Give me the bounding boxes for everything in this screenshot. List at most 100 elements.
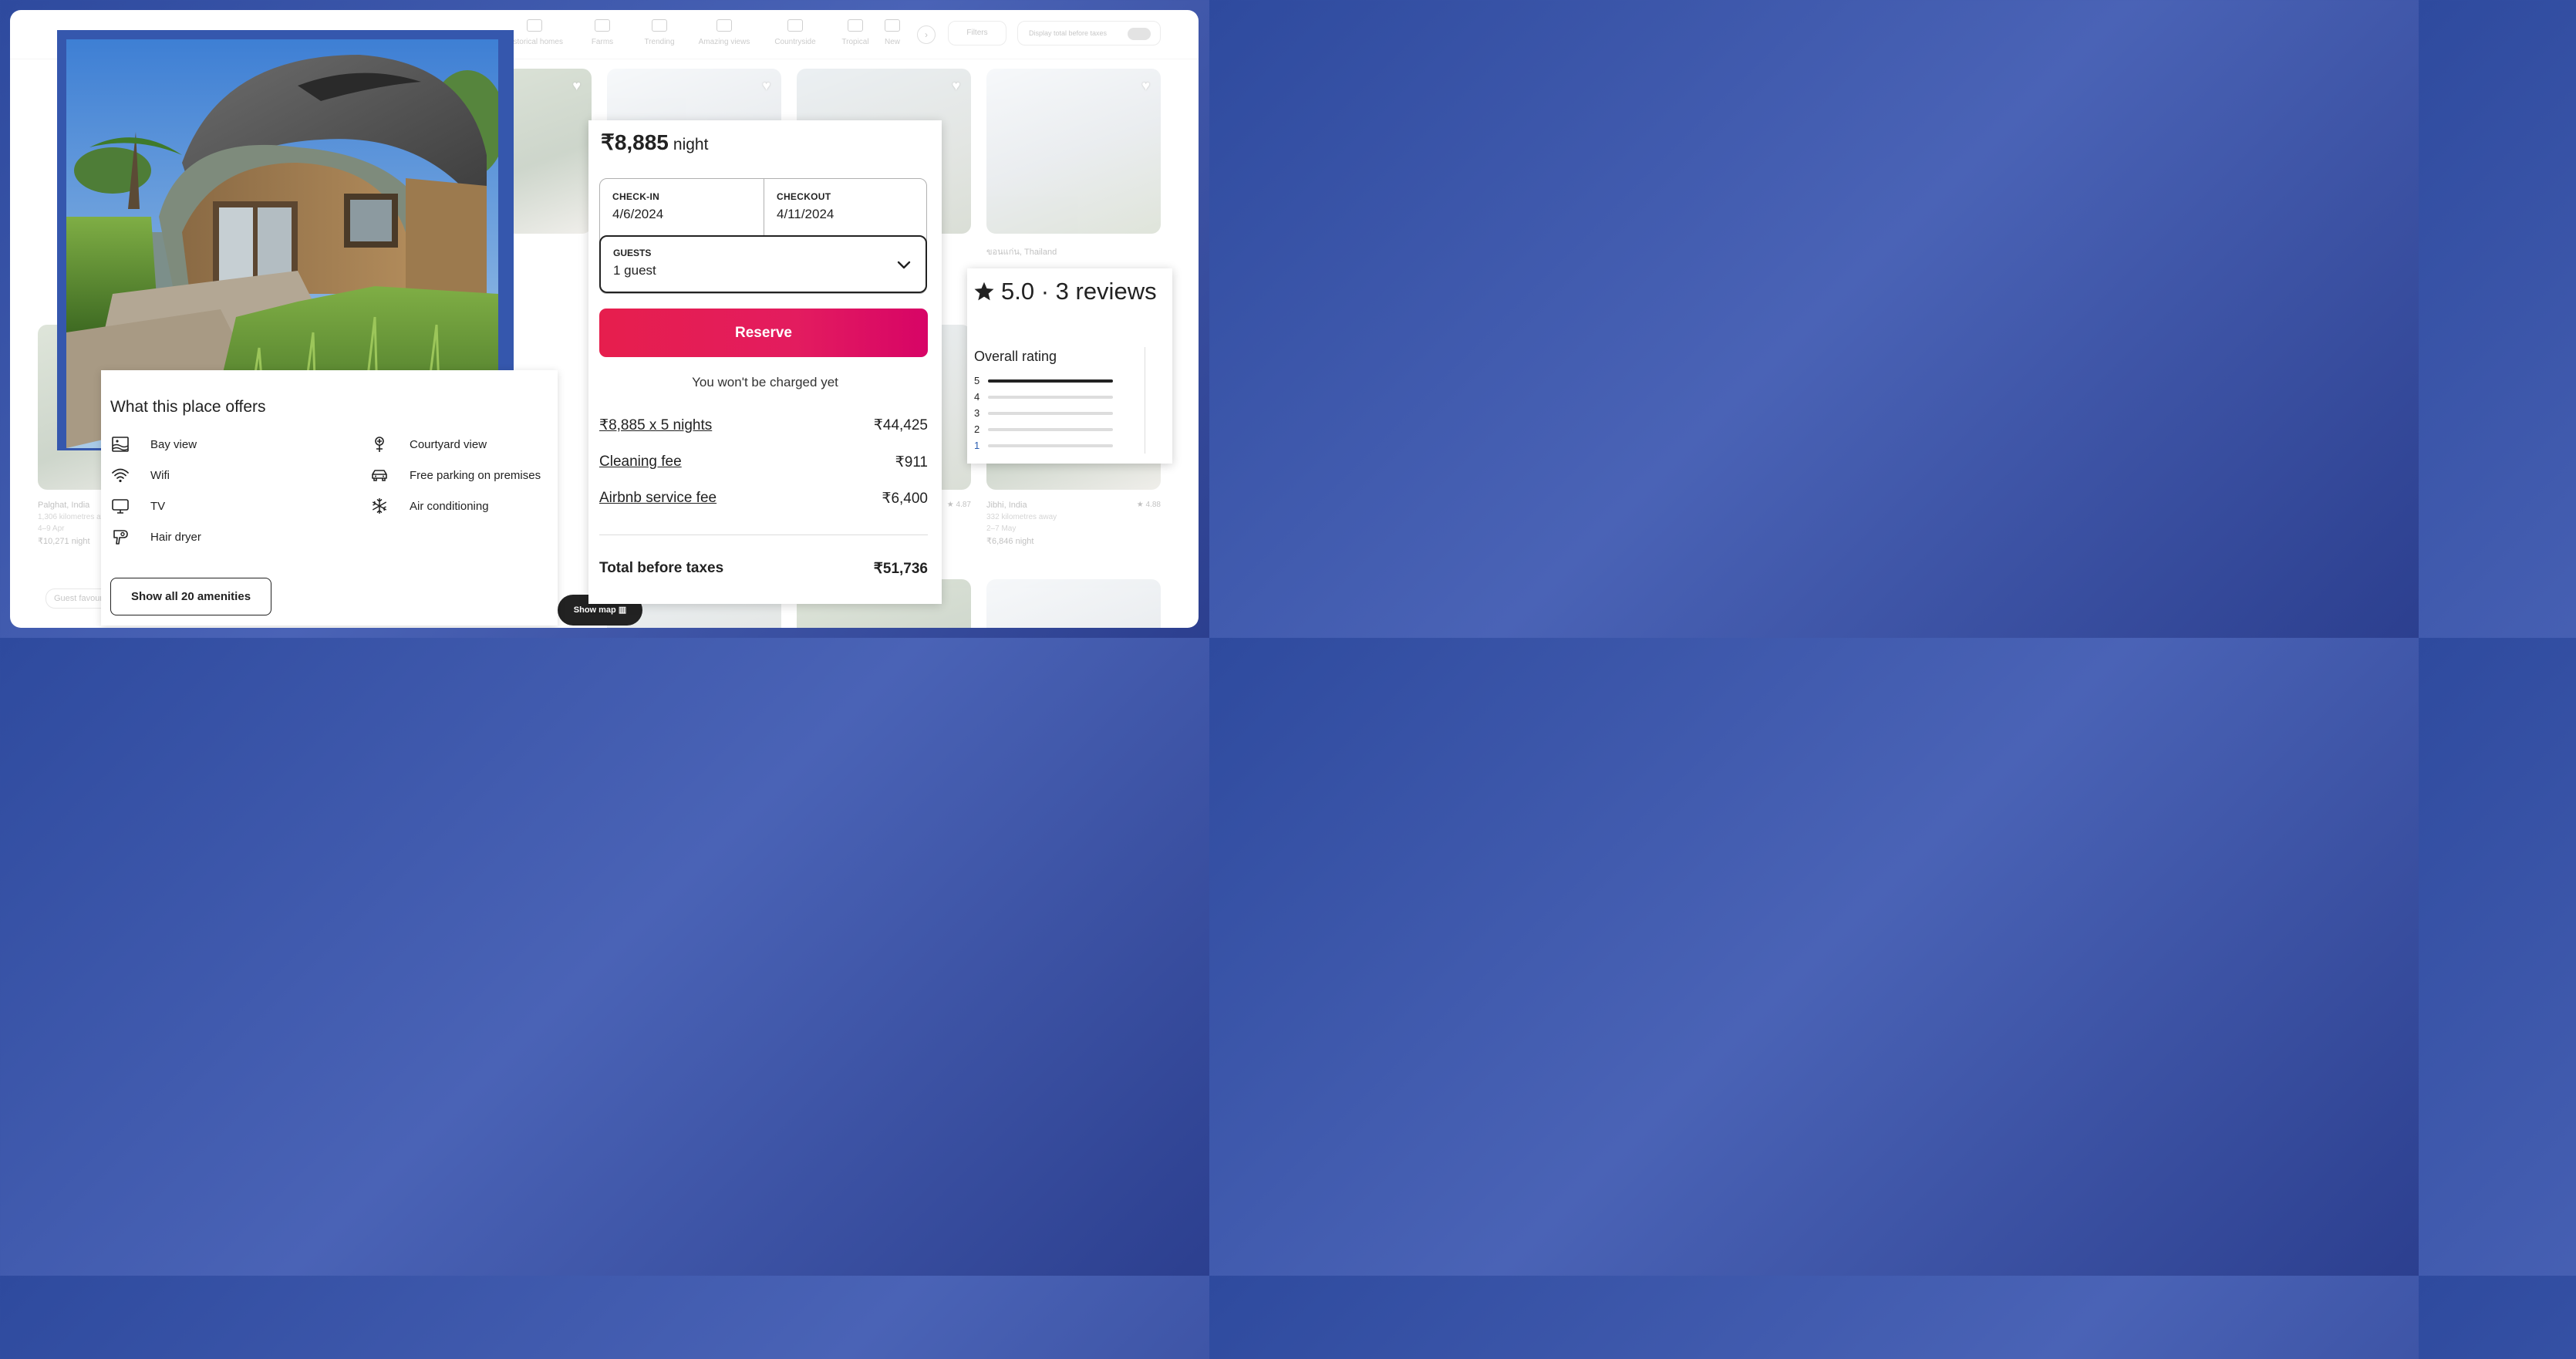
categories-next-button[interactable]: › xyxy=(917,25,936,44)
amenity-label: Wifi xyxy=(150,468,170,482)
total-divider xyxy=(599,534,928,535)
amenity-courtyard-view: Courtyard view xyxy=(369,435,487,454)
category-trending[interactable]: Trending xyxy=(629,19,690,46)
rating-summary-text: 5.0 · 3 reviews xyxy=(1001,278,1157,305)
rating-bar-fill xyxy=(988,379,1113,383)
amenities-panel: What this place offers Bay view Courtyar… xyxy=(101,370,558,626)
filters-button[interactable]: Filters xyxy=(948,21,1006,46)
listing-card[interactable]: ♥ ขอนแก่น, Thailand xyxy=(986,69,1161,258)
rating-bar-label: 3 xyxy=(974,407,980,419)
palm-icon xyxy=(848,19,863,32)
guests-value: 1 guest xyxy=(613,263,656,278)
star-icon xyxy=(974,282,994,301)
fee-nights-link[interactable]: ₹8,885 x 5 nights xyxy=(599,416,712,434)
fee-cleaning-link[interactable]: Cleaning fee xyxy=(599,454,682,471)
listing-photo xyxy=(986,69,1161,234)
checkout-value: 4/11/2024 xyxy=(777,207,835,221)
rating-bar-track xyxy=(988,443,1113,447)
checkout-label: CHECKOUT xyxy=(777,191,831,202)
amenity-label: Free parking on premises xyxy=(410,468,541,482)
fee-row-nights: ₹8,885 x 5 nights ₹44,425 xyxy=(599,416,928,434)
listing-location: ขอนแก่น, Thailand xyxy=(986,248,1057,257)
toggle-switch[interactable] xyxy=(1128,28,1151,40)
listing-dates: 2–7 May xyxy=(986,524,1017,533)
listing-location: Jibhi, India xyxy=(986,501,1027,510)
amenity-bay-view: Bay view xyxy=(110,435,197,454)
amenity-label: TV xyxy=(150,499,166,513)
amenity-hair-dryer: Hair dryer xyxy=(110,528,201,546)
rating-bar-label: 2 xyxy=(974,423,980,435)
rating-bar-track xyxy=(988,395,1113,399)
heart-icon[interactable]: ♥ xyxy=(762,78,770,94)
total-row: Total before taxes ₹51,736 xyxy=(599,560,928,578)
fee-cleaning-value: ₹911 xyxy=(895,454,928,470)
listing-card[interactable] xyxy=(986,579,1161,628)
new-icon xyxy=(885,19,900,32)
snowflake-icon xyxy=(369,497,389,515)
guests-label: GUESTS xyxy=(613,248,652,258)
amenity-tv: TV xyxy=(110,497,165,515)
overall-rating-label: Overall rating xyxy=(974,349,1057,364)
reserve-button[interactable]: Reserve xyxy=(599,309,928,357)
app-window: Historical homes Farms Trending Amazing … xyxy=(10,10,1199,628)
chevron-down-icon[interactable] xyxy=(896,257,912,272)
listing-rating: ★ 4.87 xyxy=(946,501,971,509)
amenity-label: Air conditioning xyxy=(410,499,489,513)
listing-price: ₹6,846 night xyxy=(986,537,1034,546)
rating-bar-3: 3 xyxy=(974,407,1113,419)
fee-service-link[interactable]: Airbnb service fee xyxy=(599,490,716,508)
fee-row-service: Airbnb service fee ₹6,400 xyxy=(599,490,928,508)
hills-icon xyxy=(787,19,803,32)
checkout-field[interactable]: CHECKOUT 4/11/2024 xyxy=(764,179,927,236)
rating-bar-track xyxy=(988,427,1113,431)
fee-row-cleaning: Cleaning fee ₹911 xyxy=(599,454,928,471)
amenity-label: Hair dryer xyxy=(150,530,201,544)
category-countryside[interactable]: Countryside xyxy=(764,19,826,46)
rating-bar-4: 4 xyxy=(974,391,1113,403)
booking-panel: ₹8,885 night CHECK-IN 4/6/2024 CHECKOUT 4… xyxy=(588,120,942,604)
amenities-title: What this place offers xyxy=(110,398,266,416)
category-farms[interactable]: Farms xyxy=(572,19,633,46)
amenity-label: Courtyard view xyxy=(410,437,487,451)
barn-icon xyxy=(595,19,610,32)
guests-selector[interactable]: GUESTS 1 guest xyxy=(599,235,927,293)
checkin-value: 4/6/2024 xyxy=(612,207,664,221)
rating-bar-track xyxy=(988,379,1113,383)
listing-distance: 332 kilometres away xyxy=(986,513,1057,521)
total-value: ₹51,736 xyxy=(873,561,928,577)
amenity-wifi: Wifi xyxy=(110,466,170,484)
amenity-free-parking: Free parking on premises xyxy=(369,466,541,484)
hair-dryer-icon xyxy=(110,528,130,546)
rating-bar-track xyxy=(988,411,1113,415)
heart-icon[interactable]: ♥ xyxy=(1141,78,1150,94)
fee-service-value: ₹6,400 xyxy=(882,491,928,507)
not-charged-note: You won't be charged yet xyxy=(692,375,838,389)
price-amount: ₹8,885 xyxy=(601,130,669,154)
rating-summary: 5.0 · 3 reviews xyxy=(973,278,1157,305)
display-total-toggle[interactable]: Display total before taxes xyxy=(1017,21,1161,46)
category-new[interactable]: New xyxy=(877,19,908,46)
listing-rating: ★ 4.88 xyxy=(1136,501,1161,509)
checkin-field[interactable]: CHECK-IN 4/6/2024 xyxy=(600,179,764,236)
price-unit: night xyxy=(673,136,709,153)
courtyard-view-icon xyxy=(369,435,389,454)
rating-bar-label: 5 xyxy=(974,375,980,386)
bay-view-icon xyxy=(110,435,130,454)
heart-icon[interactable]: ♥ xyxy=(952,78,960,94)
show-all-amenities-button[interactable]: Show all 20 amenities xyxy=(110,578,271,615)
flame-icon xyxy=(652,19,667,32)
category-amazing-views[interactable]: Amazing views xyxy=(693,19,755,46)
amenity-air-conditioning: Air conditioning xyxy=(369,497,489,515)
heart-icon[interactable]: ♥ xyxy=(572,78,581,94)
rating-panel: 5.0 · 3 reviews Overall rating 5 4 3 2 1 xyxy=(967,268,1172,464)
rating-bar-2: 2 xyxy=(974,423,1113,435)
total-label: Total before taxes xyxy=(599,560,724,576)
fee-nights-value: ₹44,425 xyxy=(873,417,928,433)
rating-bar-label: 1 xyxy=(974,440,980,451)
checkin-label: CHECK-IN xyxy=(612,191,660,202)
amenity-label: Bay view xyxy=(150,437,197,451)
rating-bar-1: 1 xyxy=(974,440,1113,451)
landscape-icon xyxy=(716,19,732,32)
listing-photo xyxy=(986,579,1161,628)
car-icon xyxy=(369,466,389,484)
